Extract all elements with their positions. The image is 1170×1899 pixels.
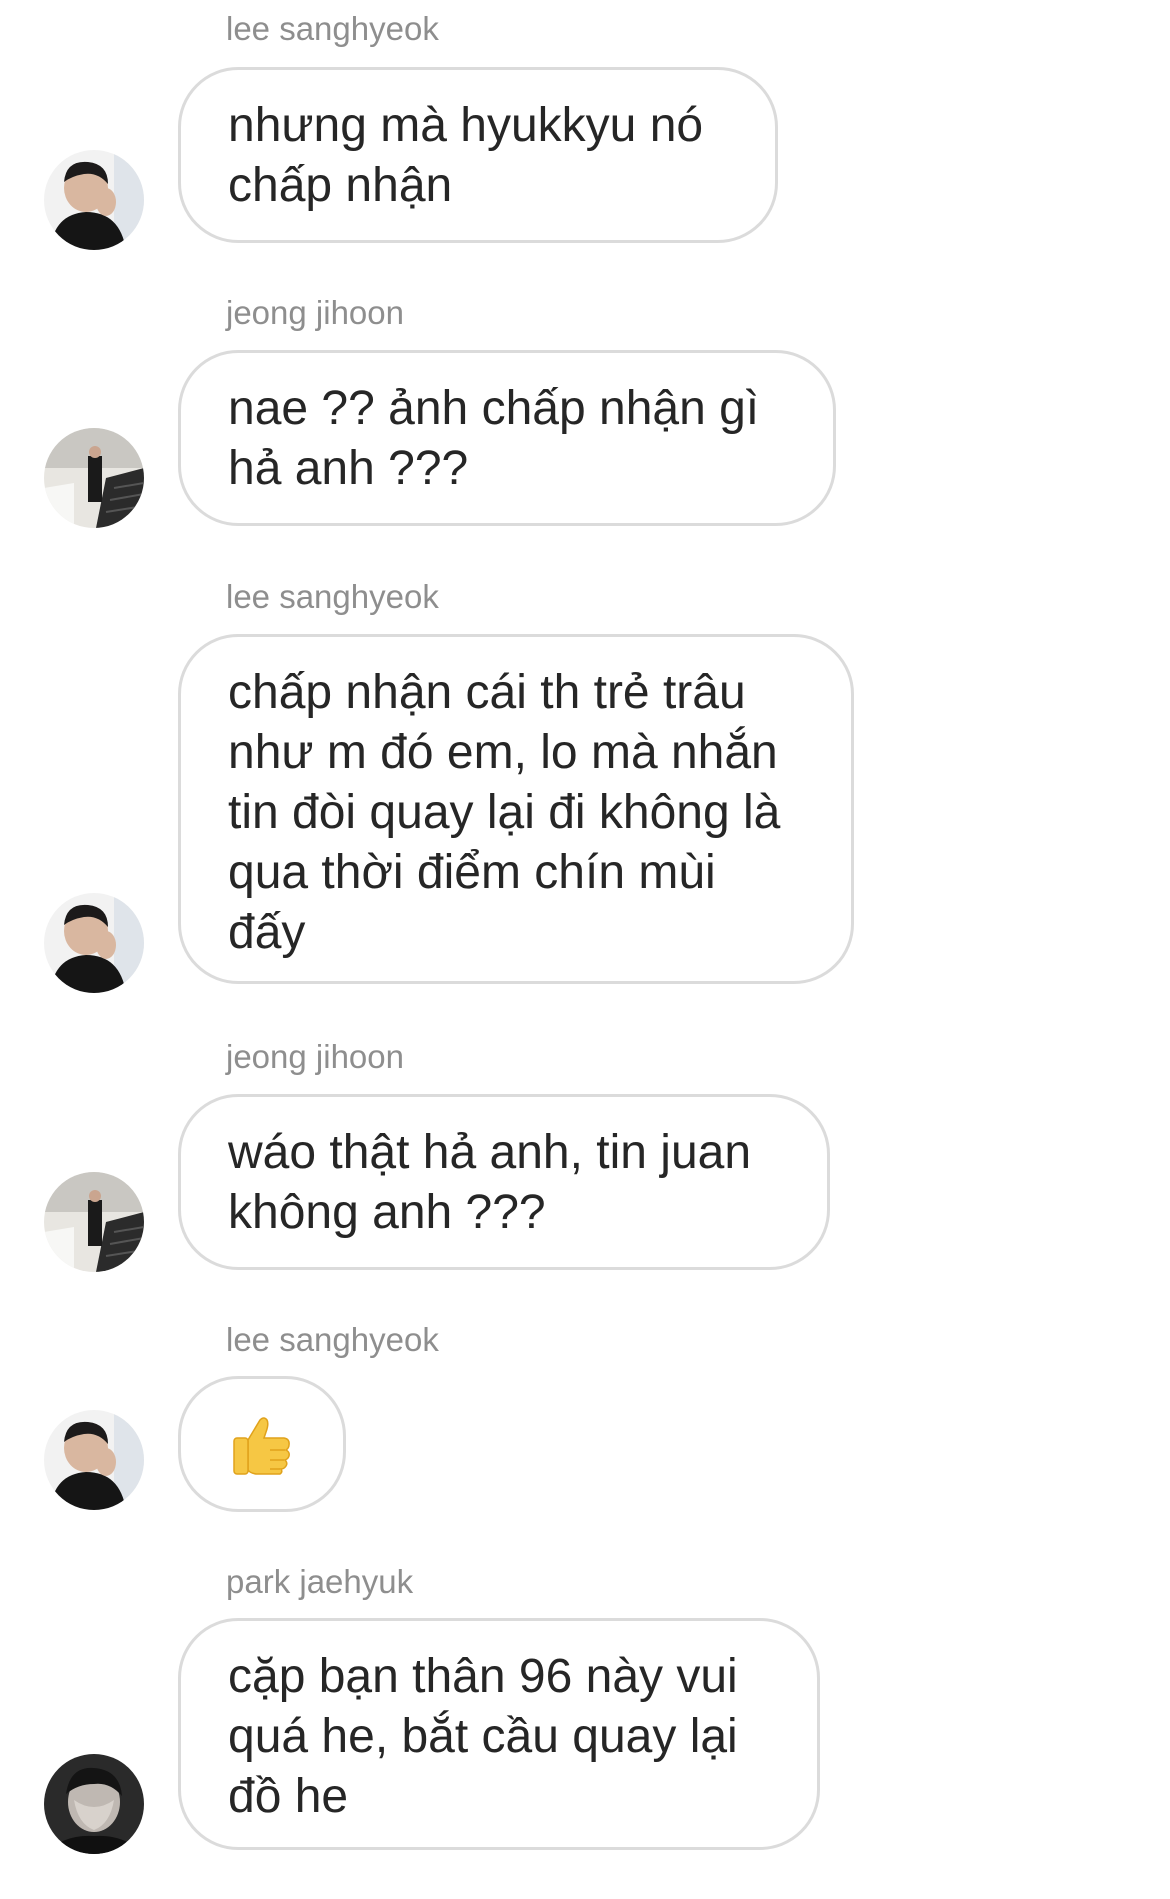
user-avatar-icon[interactable] — [44, 893, 144, 993]
user-avatar-icon[interactable] — [44, 1410, 144, 1510]
sender-name: jeong jihoon — [226, 294, 404, 331]
sender-name: jeong jihoon — [226, 1038, 404, 1075]
user-avatar-icon[interactable] — [44, 428, 144, 528]
message-bubble[interactable]: wáo thật hả anh, tin juan không anh ??? — [178, 1094, 830, 1270]
message-bubble[interactable] — [178, 1376, 346, 1512]
message-bubble[interactable]: nae ?? ảnh chấp nhận gì hả anh ??? — [178, 350, 836, 526]
message-bubble[interactable]: chấp nhận cái th trẻ trâu như m đó em, l… — [178, 634, 854, 984]
message-bubble[interactable]: nhưng mà hyukkyu nó chấp nhận — [178, 67, 778, 243]
user-avatar-icon[interactable] — [44, 1754, 144, 1854]
message-bubble[interactable]: cặp bạn thân 96 này vui quá he, bắt cầu … — [178, 1618, 820, 1850]
sender-name: lee sanghyeok — [226, 10, 439, 47]
sender-name: lee sanghyeok — [226, 1321, 439, 1358]
user-avatar-icon[interactable] — [44, 150, 144, 250]
sender-name: lee sanghyeok — [226, 578, 439, 615]
user-avatar-icon[interactable] — [44, 1172, 144, 1272]
sender-name: park jaehyuk — [226, 1563, 414, 1600]
thumbs-up-icon — [233, 1417, 290, 1475]
message-thread: lee sanghyeok nhưng mà hyukkyu nó chấp n… — [0, 0, 1170, 1899]
